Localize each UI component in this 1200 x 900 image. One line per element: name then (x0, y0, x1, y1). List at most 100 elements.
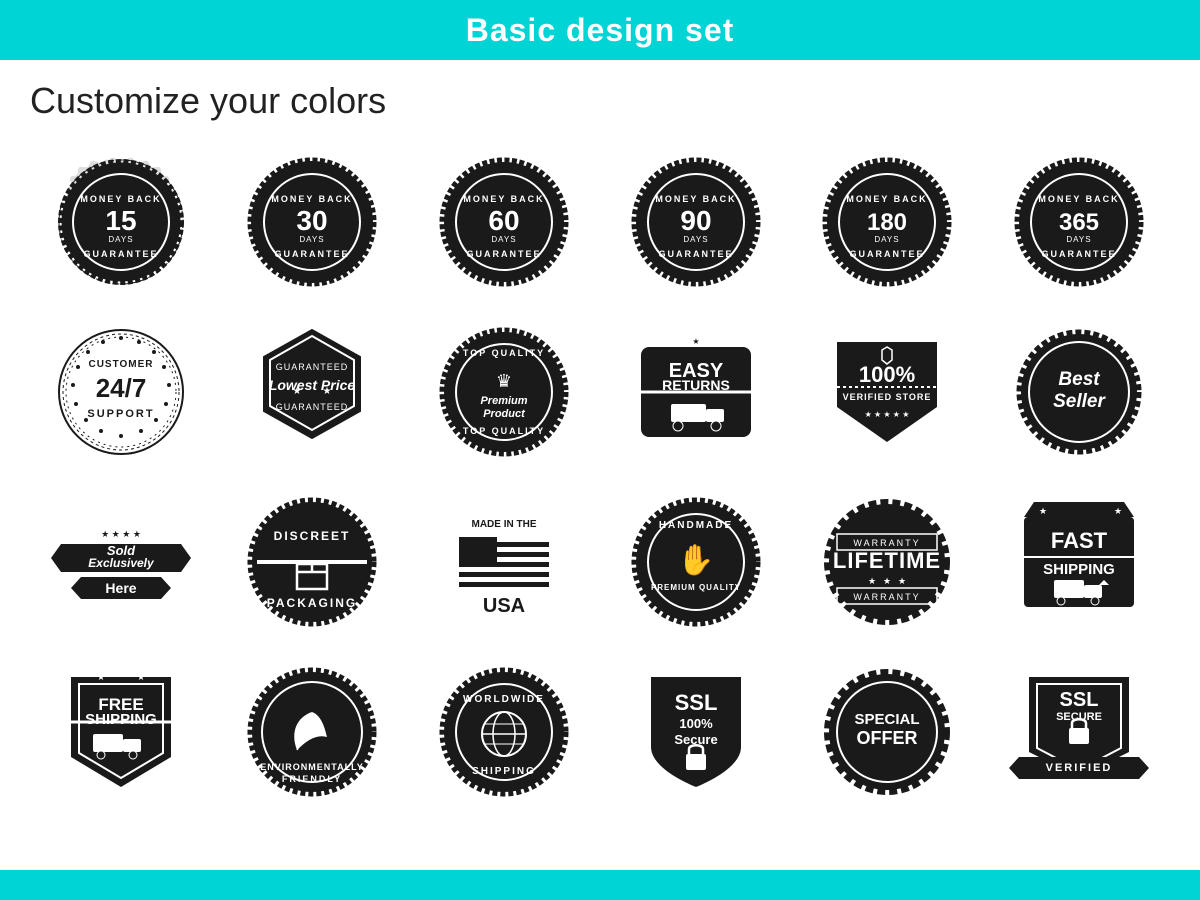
svg-text:Premium: Premium (481, 395, 528, 407)
badge-sslsecure: SSL SECURE VERIFIED (988, 652, 1170, 812)
svg-text:WORLDWIDE: WORLDWIDE (463, 694, 545, 705)
svg-text:DAYS: DAYS (875, 235, 900, 244)
svg-text:DISCREET: DISCREET (274, 529, 351, 543)
svg-text:Exclusively: Exclusively (88, 556, 155, 570)
svg-text:★ ★ ★ ★ ★: ★ ★ ★ ★ ★ (865, 410, 910, 419)
svg-text:SSL: SSL (674, 690, 717, 715)
badge-handmade: HANDMADE ✋ PREMIUM QUALITY (605, 482, 787, 642)
svg-text:★: ★ (117, 668, 125, 678)
badge-ssl100: SSL 100% Secure (605, 652, 787, 812)
svg-text:GUARANTEE: GUARANTEE (658, 249, 733, 259)
svg-text:GUARANTEED: GUARANTEED (276, 402, 349, 412)
svg-text:MONEY BACK: MONEY BACK (272, 194, 353, 204)
svg-text:WARRANTY: WARRANTY (854, 592, 921, 602)
svg-text:VERIFIED: VERIFIED (1046, 762, 1113, 774)
svg-text:FAST: FAST (1051, 528, 1108, 553)
svg-text:Product: Product (483, 408, 526, 420)
svg-text:MONEY BACK: MONEY BACK (847, 194, 928, 204)
svg-text:VERIFIED STORE: VERIFIED STORE (843, 392, 932, 402)
svg-text:★: ★ (898, 576, 906, 586)
svg-text:GUARANTEE: GUARANTEE (850, 249, 925, 259)
svg-text:SHIPPING: SHIPPING (472, 766, 536, 777)
svg-text:15: 15 (105, 205, 136, 236)
svg-text:★: ★ (97, 672, 105, 682)
svg-text:HANDMADE: HANDMADE (659, 520, 733, 531)
badge-customer247: CUSTOMER 24/7 SUPPORT (30, 312, 212, 472)
top-bar: Basic design set (0, 0, 1200, 60)
svg-text:ENVIRONMENTALLY: ENVIRONMENTALLY (261, 762, 365, 772)
badge-ecofriendly: ENVIRONMENTALLY FRIENDLY (222, 652, 404, 812)
svg-text:MONEY BACK: MONEY BACK (463, 194, 544, 204)
svg-text:SSL: SSL (1060, 689, 1099, 711)
svg-text:RETURNS: RETURNS (662, 377, 730, 393)
svg-text:TOP QUALITY: TOP QUALITY (463, 426, 545, 436)
svg-text:★: ★ (137, 672, 145, 682)
svg-text:SHIPPING: SHIPPING (1043, 561, 1115, 578)
svg-text:FRIENDLY: FRIENDLY (282, 774, 342, 784)
svg-text:★: ★ (1114, 506, 1122, 516)
badge-mb15: MONEY BACK 15 DAYS GUARANTEE (30, 142, 212, 302)
badge-madeusa: MADE IN THE USA (413, 482, 595, 642)
svg-text:♛: ♛ (496, 371, 512, 391)
svg-text:MONEY BACK: MONEY BACK (80, 194, 161, 204)
badge-lowestprice: GUARANTEED Lowest Price GUARANTEED ★ ★ (222, 312, 404, 472)
svg-text:365: 365 (1059, 209, 1099, 236)
badge-mb90: MONEY BACK 90 DAYS GUARANTEE (605, 142, 787, 302)
svg-text:90: 90 (680, 205, 711, 236)
svg-text:★: ★ (883, 576, 891, 586)
svg-text:★: ★ (1104, 507, 1111, 516)
svg-text:✋: ✋ (677, 542, 714, 577)
svg-text:★: ★ (1054, 507, 1061, 516)
svg-text:PREMIUM QUALITY: PREMIUM QUALITY (651, 583, 741, 592)
svg-text:MONEY BACK: MONEY BACK (655, 194, 736, 204)
badge-freeshipping: ★ ★ ★ FREE SHIPPING (30, 652, 212, 812)
svg-text:USA: USA (483, 595, 525, 617)
svg-text:DAYS: DAYS (108, 235, 133, 244)
svg-text:SECURE: SECURE (1056, 711, 1102, 723)
subtitle: Customize your colors (30, 80, 1170, 122)
badge-easyreturns: ★ EASY RETURNS (605, 312, 787, 472)
badge-specialoffer: SPECIAL OFFER (797, 652, 979, 812)
svg-text:TOP QUALITY: TOP QUALITY (463, 348, 545, 358)
svg-text:★ ★ ★ ★: ★ ★ ★ ★ (101, 529, 141, 539)
svg-text:GUARANTEE: GUARANTEE (83, 249, 158, 259)
badge-mb30: MONEY BACK 30 DAYS GUARANTEE (222, 142, 404, 302)
svg-text:30: 30 (297, 205, 328, 236)
svg-text:GUARANTEED: GUARANTEED (276, 362, 349, 372)
svg-text:CUSTOMER: CUSTOMER (88, 359, 153, 370)
svg-text:Here: Here (105, 580, 136, 596)
svg-text:100%: 100% (859, 362, 915, 387)
badge-verified100: 100% VERIFIED STORE ★ ★ ★ ★ ★ (797, 312, 979, 472)
svg-text:60: 60 (489, 205, 520, 236)
badge-soldexclusively: ★ ★ ★ ★ Sold Exclusively Here Here (30, 482, 212, 642)
svg-text:MONEY BACK: MONEY BACK (1038, 194, 1119, 204)
svg-text:GUARANTEE: GUARANTEE (275, 249, 350, 259)
svg-text:★: ★ (868, 576, 876, 586)
svg-text:MADE IN THE: MADE IN THE (472, 519, 537, 530)
badge-worldwide: WORLDWIDE SHIPPING (413, 652, 595, 812)
svg-text:WARRANTY: WARRANTY (854, 538, 921, 548)
svg-text:DAYS: DAYS (1067, 235, 1092, 244)
svg-text:DAYS: DAYS (492, 235, 517, 244)
svg-text:180: 180 (867, 209, 907, 236)
badge-topquality: TOP QUALITY ♛ Premium Product TOP QUALIT… (413, 312, 595, 472)
badge-mb60: MONEY BACK 60 DAYS GUARANTEE (413, 142, 595, 302)
badge-bestseller: Best Seller (988, 312, 1170, 472)
svg-text:Lowest Price: Lowest Price (269, 377, 356, 393)
badge-discreet: DISCREET PACKAGING (222, 482, 404, 642)
badge-mb180: MONEY BACK 180 DAYS GUARANTEE (797, 142, 979, 302)
svg-text:Seller: Seller (1053, 391, 1106, 412)
svg-text:100%: 100% (679, 716, 713, 731)
svg-text:LIFETIME: LIFETIME (833, 548, 941, 573)
svg-text:★: ★ (323, 386, 332, 397)
svg-text:OFFER: OFFER (857, 728, 918, 748)
badge-mb365: MONEY BACK 365 DAYS GUARANTEE (988, 142, 1170, 302)
svg-text:★: ★ (293, 386, 302, 397)
badge-fastshipping: ★ ★ FAST SHIPPING ★ ★ (988, 482, 1170, 642)
svg-text:DAYS: DAYS (683, 235, 708, 244)
svg-text:SUPPORT: SUPPORT (87, 408, 154, 420)
svg-text:SHIPPING: SHIPPING (85, 711, 157, 728)
svg-text:GUARANTEE: GUARANTEE (1042, 249, 1117, 259)
bottom-bar (0, 870, 1200, 900)
svg-text:★: ★ (692, 337, 699, 346)
